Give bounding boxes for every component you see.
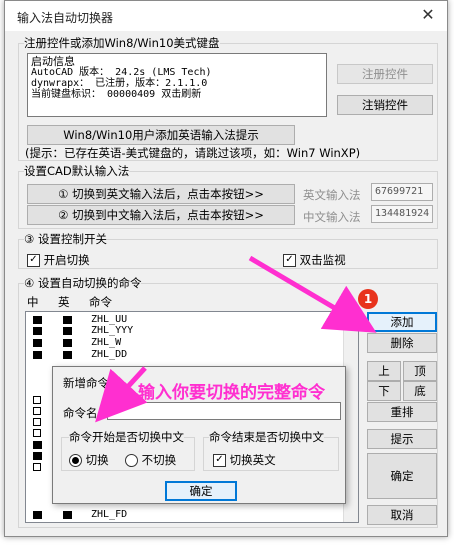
step-badge: 1 [358, 289, 378, 309]
annotation-text: 输入你要切换的完整命令 [138, 383, 325, 403]
annotation-arrows [95, 255, 377, 423]
arrow-to-add-button [248, 255, 377, 333]
